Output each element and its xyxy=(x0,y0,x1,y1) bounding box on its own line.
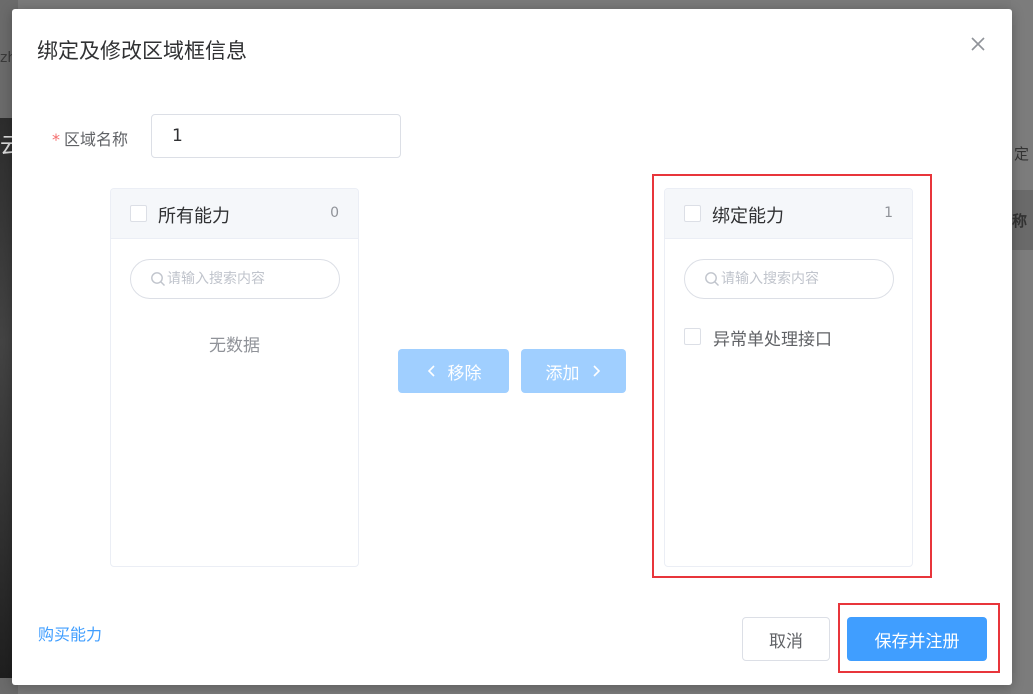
bind-region-dialog: 绑定及修改区域框信息 *区域名称 所有能力 0 无数据 移除 添加 xyxy=(12,9,1012,685)
remove-button[interactable]: 移除 xyxy=(398,349,509,393)
all-abilities-header: 所有能力 0 xyxy=(111,189,358,239)
all-abilities-count: 0 xyxy=(330,205,339,221)
chevron-right-icon xyxy=(592,365,600,377)
all-abilities-panel: 所有能力 0 无数据 xyxy=(110,188,359,567)
all-abilities-search-input[interactable] xyxy=(167,260,327,298)
close-icon[interactable] xyxy=(970,36,986,52)
all-abilities-title: 所有能力 xyxy=(158,206,230,227)
chevron-left-icon xyxy=(427,365,435,377)
dialog-title: 绑定及修改区域框信息 xyxy=(37,39,247,63)
region-name-input[interactable] xyxy=(151,114,401,158)
cancel-button[interactable]: 取消 xyxy=(742,617,830,661)
background-right-strip xyxy=(1011,0,1033,694)
highlight-box-bound-panel xyxy=(652,174,932,578)
add-button-label: 添加 xyxy=(545,363,580,383)
background-right-text: 定 xyxy=(1013,145,1029,163)
region-name-label-text: 区域名称 xyxy=(64,130,129,149)
search-icon xyxy=(150,271,166,287)
background-right-text-2: 称 xyxy=(1011,212,1027,230)
all-abilities-search[interactable] xyxy=(130,259,340,299)
all-abilities-empty-text: 无数据 xyxy=(209,336,260,356)
remove-button-label: 移除 xyxy=(447,363,482,383)
add-button[interactable]: 添加 xyxy=(521,349,626,393)
all-abilities-select-all-checkbox[interactable] xyxy=(130,205,147,222)
buy-abilities-link[interactable]: 购买能力 xyxy=(38,621,102,645)
region-name-label: * 区域名称 xyxy=(52,126,128,150)
highlight-box-save-button xyxy=(838,603,1000,673)
required-mark: * xyxy=(52,130,60,149)
